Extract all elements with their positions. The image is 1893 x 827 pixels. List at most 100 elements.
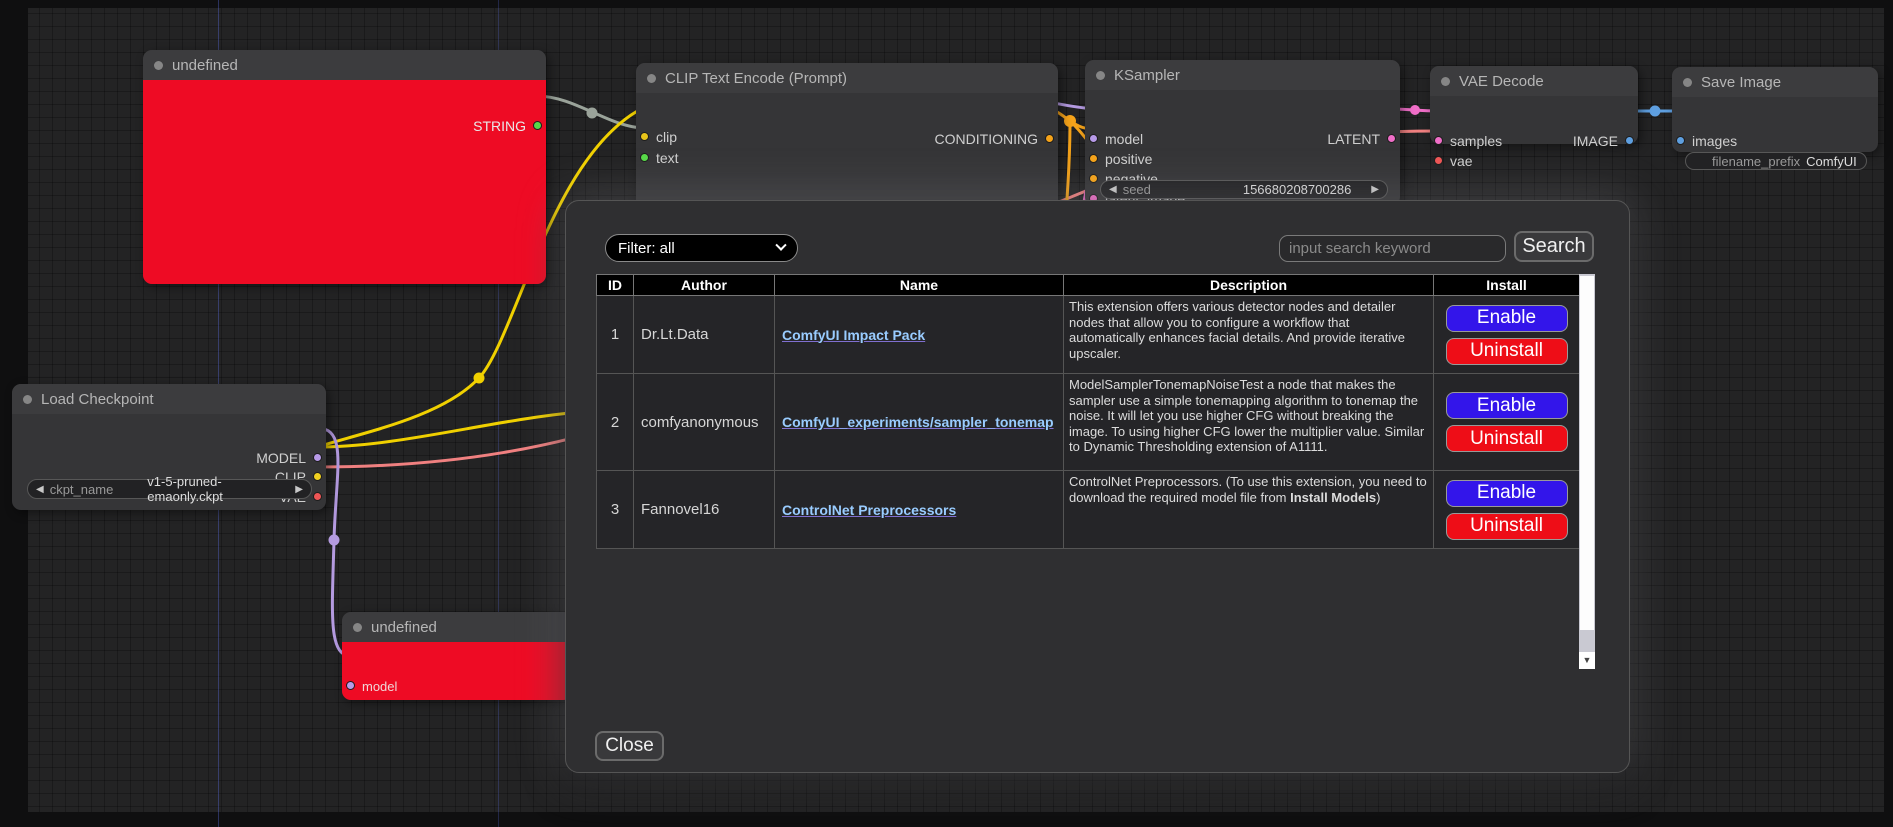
input-slot-text[interactable]: text [636, 151, 679, 165]
slot-label: positive [1105, 151, 1152, 167]
slot-dot[interactable] [640, 132, 649, 141]
enable-button[interactable]: Enable [1446, 305, 1568, 332]
node-status-dot-icon [1683, 78, 1692, 87]
slot-dot[interactable] [1676, 136, 1685, 145]
extension-link[interactable]: ComfyUI_experiments/sampler_tonemap [782, 414, 1054, 430]
slot-dot[interactable] [1089, 134, 1098, 143]
reroute-dot [1410, 105, 1420, 115]
slot-label: MODEL [256, 450, 306, 466]
widget-label: ckpt_name [50, 482, 114, 497]
input-slot-vae[interactable]: vae [1430, 154, 1473, 168]
input-slot-model[interactable]: model [342, 679, 397, 693]
widget-label: seed [1123, 182, 1151, 197]
slot-label: text [656, 150, 679, 166]
input-slot-samples[interactable]: samples [1430, 134, 1502, 148]
input-slot-model[interactable]: model [1085, 132, 1143, 146]
output-slot-latent[interactable]: LATENT [1327, 132, 1400, 146]
cell-description: ModelSamplerTonemapNoiseTest a node that… [1064, 374, 1434, 471]
node-save-image[interactable]: Save Image images filename_prefix ComfyU… [1672, 67, 1878, 152]
table-row: 3 Fannovel16 ControlNet Preprocessors Co… [597, 471, 1580, 549]
input-slot-positive[interactable]: positive [1085, 152, 1152, 166]
output-slot-image[interactable]: IMAGE [1573, 134, 1638, 148]
widget-value: v1-5-pruned-emaonly.ckpt [147, 474, 289, 504]
slot-dot[interactable] [1089, 154, 1098, 163]
input-slot-clip[interactable]: clip [636, 130, 677, 144]
uninstall-button[interactable]: Uninstall [1446, 338, 1568, 365]
table-row: 2 comfyanonymous ComfyUI_experiments/sam… [597, 374, 1580, 471]
node-undefined-top[interactable]: undefined STRING [143, 50, 546, 284]
node-load-checkpoint[interactable]: Load Checkpoint MODEL CLIP VAE ◀ ckpt_na… [12, 384, 326, 510]
scrollbar-thumb[interactable] [1580, 276, 1594, 630]
node-title: Save Image [1701, 74, 1781, 91]
filename-prefix-widget[interactable]: filename_prefix ComfyUI [1685, 152, 1867, 170]
slot-label: IMAGE [1573, 133, 1618, 149]
header-description: Description [1064, 275, 1434, 296]
widget-value: ComfyUI [1806, 154, 1857, 169]
node-header[interactable]: Save Image [1672, 67, 1878, 97]
node-header[interactable]: KSampler [1085, 60, 1400, 90]
output-slot-model[interactable]: MODEL [256, 451, 326, 465]
slot-label: images [1692, 133, 1737, 149]
slot-dot[interactable] [313, 492, 322, 501]
widget-next-icon[interactable]: ▶ [295, 484, 303, 495]
node-title: VAE Decode [1459, 73, 1544, 90]
filter-dropdown[interactable]: Filter: all [605, 234, 798, 262]
node-vae-decode[interactable]: VAE Decode samples vae IMAGE [1430, 66, 1638, 144]
description-bold-text: Install Models [1290, 490, 1376, 505]
slot-label: clip [656, 129, 677, 145]
output-slot-string[interactable]: STRING [473, 119, 546, 133]
cell-id: 1 [597, 296, 634, 374]
slot-dot[interactable] [1387, 134, 1396, 143]
node-status-dot-icon [23, 395, 32, 404]
slot-dot[interactable] [533, 121, 542, 130]
node-status-dot-icon [154, 61, 163, 70]
node-title: undefined [172, 57, 238, 74]
node-clip-text-encode[interactable]: CLIP Text Encode (Prompt) clip text COND… [636, 63, 1058, 213]
node-undefined-bottom[interactable]: undefined model [342, 612, 572, 700]
ckpt-name-widget[interactable]: ◀ ckpt_name v1-5-pruned-emaonly.ckpt ▶ [27, 479, 312, 499]
widget-prev-icon[interactable]: ◀ [36, 484, 44, 495]
slot-label: model [1105, 131, 1143, 147]
extension-link[interactable]: ControlNet Preprocessors [782, 502, 956, 518]
slot-dot[interactable] [1089, 174, 1098, 183]
widget-value: 156680208700286 [1243, 182, 1351, 197]
widget-label: filename_prefix [1712, 154, 1800, 169]
node-header[interactable]: undefined [342, 612, 572, 642]
node-header[interactable]: undefined [143, 50, 546, 80]
seed-widget[interactable]: ◀ seed 156680208700286 ▶ [1100, 180, 1388, 199]
node-header[interactable]: Load Checkpoint [12, 384, 326, 414]
node-header[interactable]: CLIP Text Encode (Prompt) [636, 63, 1058, 93]
scroll-down-icon[interactable]: ▼ [1579, 652, 1595, 669]
enable-button[interactable]: Enable [1446, 480, 1568, 507]
description-text: ) [1376, 490, 1380, 505]
node-ksampler[interactable]: KSampler model positive negative latent_… [1085, 60, 1400, 206]
widget-next-icon[interactable]: ▶ [1371, 184, 1379, 195]
enable-button[interactable]: Enable [1446, 392, 1568, 419]
reroute-dot [1064, 115, 1076, 127]
slot-label: vae [1450, 153, 1473, 169]
search-input[interactable] [1279, 235, 1506, 262]
uninstall-button[interactable]: Uninstall [1446, 513, 1568, 540]
node-title: Load Checkpoint [41, 391, 154, 408]
node-header[interactable]: VAE Decode [1430, 66, 1638, 96]
slot-dot[interactable] [640, 153, 649, 162]
slot-dot[interactable] [346, 681, 355, 690]
widget-prev-icon[interactable]: ◀ [1109, 184, 1117, 195]
slot-dot[interactable] [313, 472, 322, 481]
slot-label: LATENT [1327, 131, 1380, 147]
slot-dot[interactable] [1434, 156, 1443, 165]
input-slot-images[interactable]: images [1672, 134, 1737, 148]
slot-dot[interactable] [1045, 134, 1054, 143]
table-header-row: ID Author Name Description Install [597, 275, 1580, 296]
output-slot-conditioning[interactable]: CONDITIONING [935, 132, 1058, 146]
search-button[interactable]: Search [1514, 231, 1594, 262]
slot-dot[interactable] [1625, 136, 1634, 145]
slot-dot[interactable] [313, 453, 322, 462]
close-button[interactable]: Close [595, 731, 664, 761]
extension-link[interactable]: ComfyUI Impact Pack [782, 327, 925, 343]
uninstall-button[interactable]: Uninstall [1446, 425, 1568, 452]
cell-author: Fannovel16 [634, 471, 775, 549]
node-status-dot-icon [353, 623, 362, 632]
slot-dot[interactable] [1434, 136, 1443, 145]
scrollbar[interactable]: ▼ [1579, 274, 1595, 669]
